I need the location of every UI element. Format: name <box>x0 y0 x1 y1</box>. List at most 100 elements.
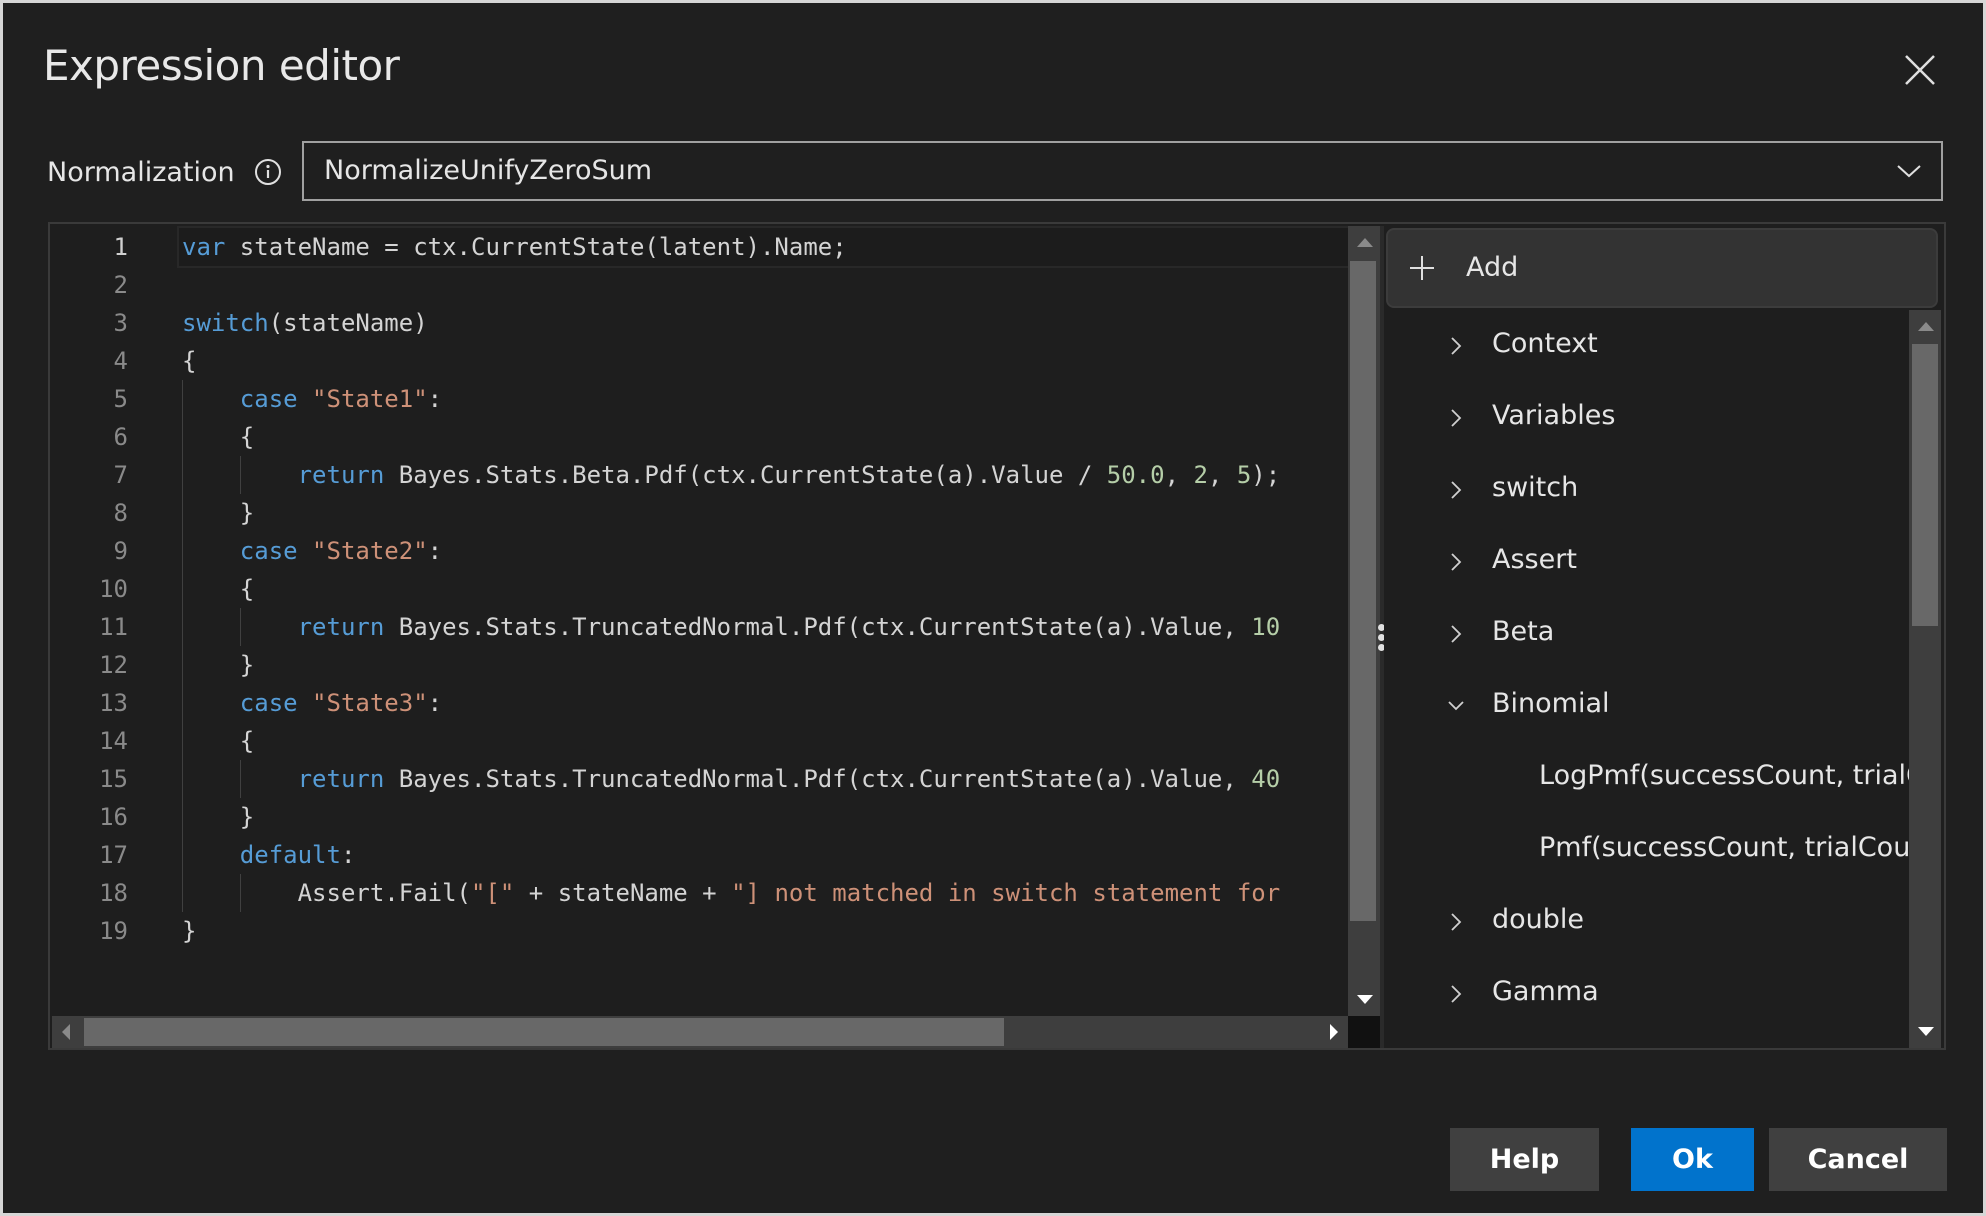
line-number: 12 <box>99 651 128 679</box>
indent-guide <box>239 874 241 912</box>
token: { <box>182 727 255 755</box>
code-text: { <box>179 342 1348 380</box>
code-line[interactable]: 2 <box>52 266 1348 304</box>
code-line[interactable]: 17 default: <box>52 836 1348 874</box>
line-number: 5 <box>113 385 128 413</box>
chevron-right-icon[interactable] <box>1448 910 1464 934</box>
line-number: 18 <box>99 879 128 907</box>
tree-group-item[interactable]: switch <box>1384 460 1909 520</box>
normalization-label: Normalization <box>47 157 235 188</box>
tree-leaf-item[interactable]: Pmf(successCount, trialCount, probabilit… <box>1384 820 1909 880</box>
scroll-down-arrow-icon[interactable] <box>1918 1027 1934 1036</box>
code-text: Assert.Fail("[" + stateName + "] not mat… <box>179 874 1348 912</box>
scroll-left-arrow-icon[interactable] <box>62 1024 70 1040</box>
info-icon[interactable] <box>254 158 282 186</box>
scrollbar-corner <box>1348 1016 1380 1048</box>
code-line[interactable]: 3 switch(stateName) <box>52 304 1348 342</box>
code-line[interactable]: 9 case "State2": <box>52 532 1348 570</box>
tree-group-item[interactable]: Assert <box>1384 532 1909 592</box>
chevron-right-icon[interactable] <box>1448 334 1464 358</box>
token: : <box>427 537 443 565</box>
close-button[interactable] <box>1903 53 1937 87</box>
code-line[interactable]: 18 Assert.Fail("[" + stateName + "] not … <box>52 874 1348 912</box>
scroll-down-arrow-icon[interactable] <box>1357 995 1373 1004</box>
editor-horizontal-scroll-thumb[interactable] <box>84 1018 1004 1046</box>
token: Bayes.Stats.TruncatedNormal.Pdf(ctx.Curr… <box>384 765 1252 793</box>
token: : <box>427 689 443 717</box>
editor-vertical-scroll-thumb[interactable] <box>1350 261 1376 921</box>
indent-guide <box>182 380 183 912</box>
token: : <box>340 841 356 869</box>
chevron-right-icon[interactable] <box>1448 478 1464 502</box>
code-text: } <box>179 494 1348 532</box>
code-line[interactable]: 16 } <box>52 798 1348 836</box>
editor-vertical-scrollbar[interactable] <box>1348 226 1380 1016</box>
token: : <box>427 385 443 413</box>
normalization-dropdown[interactable]: NormalizeUnifyZeroSum <box>302 141 1943 201</box>
code-editor[interactable]: 1 var stateName = ctx.CurrentState(latent… <box>52 226 1348 1016</box>
token-str: "State2" <box>312 537 428 565</box>
code-line[interactable]: 11 return Bayes.Stats.TruncatedNormal.Pd… <box>52 608 1348 646</box>
panel-scroll-thumb[interactable] <box>1912 344 1938 626</box>
tree-group-item[interactable]: Gamma <box>1384 964 1909 1024</box>
ok-button[interactable]: Ok <box>1631 1128 1754 1191</box>
chevron-right-icon[interactable] <box>1448 406 1464 430</box>
code-line[interactable]: 1 var stateName = ctx.CurrentState(latent… <box>52 226 1348 268</box>
code-line[interactable]: 19} <box>52 912 1348 950</box>
code-line[interactable]: 13 case "State3": <box>52 684 1348 722</box>
scroll-up-arrow-icon[interactable] <box>1357 238 1373 247</box>
indent-guide <box>239 456 241 494</box>
code-line[interactable]: 6 { <box>52 418 1348 456</box>
panel-vertical-scrollbar[interactable] <box>1909 310 1941 1048</box>
plus-icon <box>1410 256 1434 280</box>
scroll-right-arrow-icon[interactable] <box>1330 1024 1338 1040</box>
token-kw: case <box>239 689 298 717</box>
tree-group-item[interactable]: Binomial <box>1384 676 1909 736</box>
code-line[interactable]: 10 { <box>52 570 1348 608</box>
line-number: 19 <box>99 917 128 945</box>
line-number: 7 <box>113 461 128 489</box>
tree-group-item[interactable]: Context <box>1384 316 1909 376</box>
line-number: 15 <box>99 765 128 793</box>
add-button[interactable]: Add <box>1386 228 1938 308</box>
editor-horizontal-scrollbar[interactable] <box>52 1016 1348 1048</box>
token-num: 10 <box>1251 613 1281 641</box>
token: , <box>1164 461 1194 489</box>
token-kw: case <box>239 385 298 413</box>
token: (stateName) <box>268 309 428 337</box>
token: { <box>182 347 197 375</box>
tree-group-item[interactable]: Beta <box>1384 604 1909 664</box>
code-text: case "State1": <box>179 380 1348 418</box>
code-text: } <box>179 912 1348 950</box>
chevron-down-icon[interactable] <box>1446 694 1466 718</box>
help-button[interactable]: Help <box>1450 1128 1599 1191</box>
code-line[interactable]: 8 } <box>52 494 1348 532</box>
token: Bayes.Stats.TruncatedNormal.Pdf(ctx.Curr… <box>384 613 1252 641</box>
chevron-right-icon[interactable] <box>1448 622 1464 646</box>
token-str: "[" <box>470 879 515 907</box>
tree-group-item[interactable]: Variables <box>1384 388 1909 448</box>
cancel-button[interactable]: Cancel <box>1769 1128 1947 1191</box>
code-line[interactable]: 15 return Bayes.Stats.TruncatedNormal.Pd… <box>52 760 1348 798</box>
token: } <box>182 499 255 527</box>
line-number: 8 <box>113 499 128 527</box>
token-kw: return <box>297 765 385 793</box>
code-line[interactable]: 14 { <box>52 722 1348 760</box>
tree-item-label: Pmf(successCount, trialCount, probabilit… <box>1539 832 1909 863</box>
close-icon <box>1905 55 1935 85</box>
chevron-right-icon[interactable] <box>1448 982 1464 1006</box>
chevron-right-icon[interactable] <box>1448 550 1464 574</box>
code-line[interactable]: 5 case "State1": <box>52 380 1348 418</box>
code-text: switch(stateName) <box>179 304 1348 342</box>
tree-group-item[interactable]: double <box>1384 892 1909 952</box>
token-kw: default <box>239 841 341 869</box>
code-line[interactable]: 7 return Bayes.Stats.Beta.Pdf(ctx.Curren… <box>52 456 1348 494</box>
tree-leaf-item[interactable]: LogPmf(successCount, trialCount, probabi… <box>1384 748 1909 808</box>
code-line[interactable]: 4{ <box>52 342 1348 380</box>
scroll-up-arrow-icon[interactable] <box>1918 322 1934 331</box>
code-line[interactable]: 12 } <box>52 646 1348 684</box>
